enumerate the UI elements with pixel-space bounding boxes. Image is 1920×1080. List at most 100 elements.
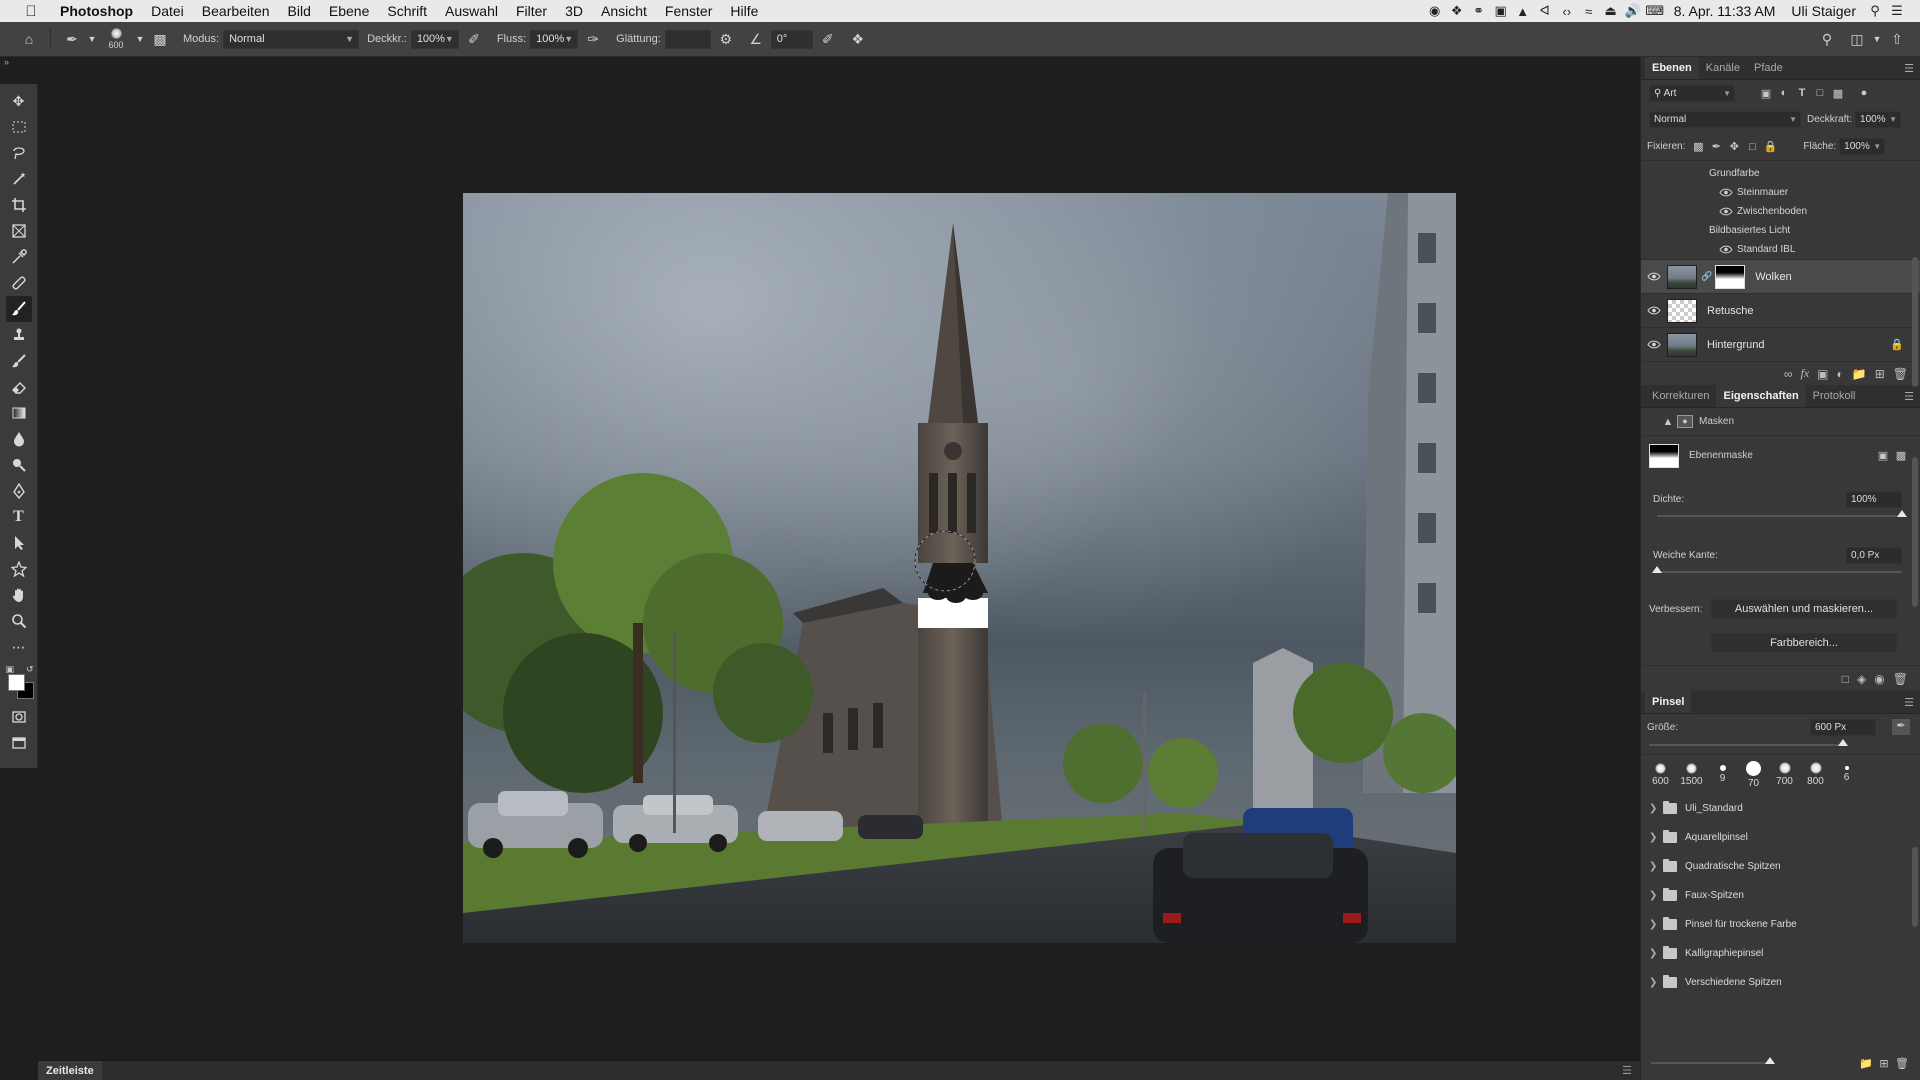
density-field[interactable]: 100% [1846,490,1902,508]
trash-icon[interactable]: 🗑 [1893,367,1908,381]
select-pixel-mask-icon[interactable]: ▣ [1874,449,1892,462]
filter-type-icon[interactable]: T [1793,87,1811,99]
tab-kanaele[interactable]: Kanäle [1699,57,1747,79]
density-slider[interactable] [1641,509,1920,523]
layer-thumbnail[interactable] [1667,332,1697,357]
menu-hilfe[interactable]: Hilfe [721,0,767,22]
smoothing-field[interactable] [664,29,711,49]
brush-size-slider[interactable] [1641,739,1920,752]
symmetry-icon[interactable]: ❖ [849,31,867,48]
menu-ebene[interactable]: Ebene [320,0,378,22]
code-icon[interactable]: ‹› [1556,4,1578,19]
healing-brush-tool-icon[interactable] [6,270,32,296]
eraser-tool-icon[interactable] [6,374,32,400]
smoothing-settings-gear-icon[interactable]: ⚙ [717,31,735,48]
tab-pfade[interactable]: Pfade [1747,57,1790,79]
layer-opacity-field[interactable]: 100% ▼ [1855,111,1902,128]
link-layers-icon[interactable]: ∞ [1784,367,1793,381]
lock-pixels-icon[interactable]: ✒ [1707,140,1725,153]
document-image[interactable] [463,193,1456,943]
apply-mask-icon[interactable]: ◈ [1857,672,1866,686]
pressure-opacity-icon[interactable]: ✐ [465,31,483,48]
wifi-icon[interactable]: ≈ [1578,4,1600,19]
move-tool-icon[interactable]: ✥ [6,88,32,114]
lock-transparency-icon[interactable]: ▩ [1689,140,1707,153]
lasso-tool-icon[interactable] [6,140,32,166]
brush-folder-verschiedene-spitzen[interactable]: ❯ Verschiedene Spitzen [1641,968,1920,997]
tab-korrekturen[interactable]: Korrekturen [1645,385,1716,407]
more-tools-icon[interactable]: ⋯ [6,634,32,660]
pressure-size-icon[interactable]: ✐ [819,31,837,48]
quick-mask-icon[interactable] [6,704,32,730]
brush-folder-faux-spitzen[interactable]: ❯ Faux-Spitzen [1641,881,1920,910]
select-and-mask-button[interactable]: Auswählen und maskieren... [1711,599,1897,619]
new-group-icon[interactable]: 📁 [1852,367,1867,381]
history-brush-tool-icon[interactable] [6,348,32,374]
bluetooth-icon[interactable]: ᐊ [1534,3,1556,19]
chevron-right-icon[interactable]: ❯ [1649,861,1663,872]
menu-ansicht[interactable]: Ansicht [592,0,656,22]
brush-tip-preset[interactable]: 6 [1831,766,1862,783]
keyboard-icon[interactable]: ⌨ [1644,3,1666,19]
brush-preview-size-slider[interactable] [1651,1057,1775,1064]
panel-menu-icon[interactable]: ☰ [1622,1064,1632,1077]
fx-icon[interactable]: fx [1800,366,1809,381]
creative-cloud-icon[interactable]: ⚭ [1468,3,1490,19]
feather-slider-knob[interactable] [1652,566,1662,573]
chevron-down-icon[interactable]: ▼ [135,34,145,44]
menubar-clock[interactable]: 8. Apr. 11:33 AM [1666,3,1784,19]
home-icon[interactable]: ⌂ [20,31,38,47]
layer-visibility-toggle[interactable] [1641,340,1667,349]
filter-adjustment-icon[interactable]: ◐ [1775,87,1793,99]
notification-center-icon[interactable]: ☰ [1886,3,1908,19]
menu-app-name[interactable]: Photoshop [56,0,142,22]
density-slider-knob[interactable] [1897,510,1907,517]
eject-icon[interactable]: ⏏ [1600,3,1622,19]
angle-field[interactable]: 0° [770,29,813,49]
brush-folder-quadratische-spitzen[interactable]: ❯ Quadratische Spitzen [1641,852,1920,881]
new-layer-icon[interactable]: ⊞ [1875,367,1885,381]
new-folder-icon[interactable]: 📁 [1857,1057,1875,1070]
brush-folder-kalligraphiepinsel[interactable]: ❯ Kalligraphiepinsel [1641,939,1920,968]
trash-icon[interactable]: 🗑 [1893,672,1908,686]
layer-visibility-toggle[interactable] [1641,272,1667,281]
menu-bearbeiten[interactable]: Bearbeiten [193,0,279,22]
marquee-tool-icon[interactable] [6,114,32,140]
app-status-icon[interactable]: ▣ [1490,3,1512,19]
brush-settings-toggle-icon[interactable]: ▩ [151,31,169,48]
brushes-scrollbar[interactable] [1912,847,1918,927]
pixel-mask-icon[interactable]: ● [1677,415,1693,428]
gradient-tool-icon[interactable] [6,400,32,426]
foreground-color-swatch[interactable] [7,674,25,691]
menu-3d[interactable]: 3D [556,0,592,22]
chevron-right-icon[interactable]: ❯ [1649,919,1663,930]
chevron-down-icon[interactable]: ▼ [1872,34,1882,44]
layer-mask-thumbnail[interactable] [1715,264,1746,289]
trash-icon[interactable]: 🗑 [1893,1057,1911,1070]
layer-sub-item-steinmauer[interactable]: Steinmauer [1641,183,1920,202]
color-swatches[interactable]: ▣ ↺ [4,664,34,700]
brush-folder-trockene-farbe[interactable]: ❯ Pinsel für trockene Farbe [1641,910,1920,939]
spotlight-icon[interactable]: ⚲ [1864,3,1886,19]
dropbox-icon[interactable]: ❖ [1446,3,1468,19]
brush-size-field[interactable]: 600 Px [1810,718,1876,736]
panel-menu-icon[interactable]: ☰ [1904,696,1914,709]
layer-filter-select[interactable]: ⚲ Art ▼ [1649,84,1735,102]
menu-schrift[interactable]: Schrift [378,0,436,22]
chevron-down-icon[interactable]: ▼ [87,34,97,44]
layer-thumbnail[interactable] [1667,264,1697,289]
airbrush-icon[interactable]: ✑ [584,31,602,48]
chevron-right-icon[interactable]: ❯ [1649,948,1663,959]
panel-menu-icon[interactable]: ☰ [1904,62,1914,75]
new-brush-icon[interactable]: ⊞ [1875,1057,1893,1070]
load-selection-icon[interactable]: □ [1842,672,1849,686]
menu-filter[interactable]: Filter [507,0,556,22]
brush-folder-aquarellpinsel[interactable]: ❯ Aquarellpinsel [1641,823,1920,852]
vector-mask-icon[interactable]: ▲ [1659,416,1677,428]
tab-protokoll[interactable]: Protokoll [1806,385,1863,407]
add-vector-mask-icon[interactable]: ▩ [1892,449,1910,462]
blend-mode-select[interactable]: Normal ▼ [1649,111,1801,128]
tab-pinsel[interactable]: Pinsel [1645,691,1692,713]
chevron-right-icon[interactable]: ❯ [1649,803,1663,814]
layer-row-hintergrund[interactable]: Hintergrund 🔒 [1641,327,1920,361]
